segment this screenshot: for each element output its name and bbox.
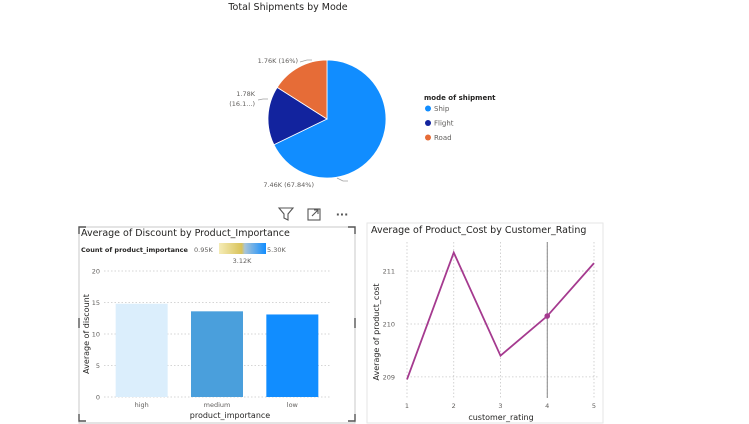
focus-mode-icon[interactable] [307,208,321,221]
bar-high[interactable] [115,303,168,397]
pie-label-flight-percent: (16.1...) [229,100,255,108]
bar-x-axis-title: product_importance [190,411,271,420]
line-x-ticks: 1 2 3 4 5 [405,402,596,410]
pie-leader-line [257,98,268,101]
legend-label-ship[interactable]: Ship [434,105,450,113]
more-options-icon[interactable]: ··· [336,208,349,221]
line-chart-title: Average of Product_Cost by Customer_Rati… [371,225,586,236]
bar-series [115,303,319,397]
gradient-legend-title: Count of product_importance [81,246,189,254]
line-x-axis-title: customer_rating [468,413,533,422]
bar-chart-title: Average of Discount by Product_Importanc… [81,228,290,239]
gradient-min-label: 0.95K [194,246,213,254]
line-x-tick-label: 1 [405,402,409,410]
pie-legend: Ship Flight Road [425,105,454,142]
bar-y-tick-label: 20 [92,268,100,276]
line-chart-visual[interactable]: Average of Product_Cost by Customer_Rati… [366,222,606,424]
bar-y-tick-label: 5 [96,362,100,370]
pie-label-flight-value: 1.78K [236,90,255,98]
bar-low[interactable] [266,314,319,397]
gradient-legend-bar [219,243,266,254]
bar-x-ticks: high medium low [135,401,299,409]
pie-label-ship: 7.46K (67.84%) [263,181,314,189]
legend-marker-flight [425,120,431,126]
bar-y-tick-label: 10 [92,331,100,339]
line-y-ticks: 209 210 211 [383,268,395,382]
line-y-axis-title: Average of product_cost [372,283,381,380]
gradient-max-label: 5.30K [267,246,286,254]
bar-y-tick-label: 0 [96,394,100,402]
gradient-mid-label: 3.12K [233,257,252,265]
line-x-tick-label: 2 [452,402,456,410]
bar-x-tick-label: high [135,401,149,409]
line-highlight-point[interactable] [544,313,551,319]
bar-x-tick-label: low [287,401,299,409]
legend-marker-ship [425,105,431,112]
filter-icon[interactable] [277,207,295,221]
bar-y-tick-label: 15 [92,299,100,307]
pie-chart-visual: Total Shipments by Mode 1.76K (16%) 1.78… [227,2,496,189]
line-x-tick-label: 3 [498,402,502,410]
bar-y-ticks: 0 5 10 15 20 [92,268,100,402]
visual-header: ··· [277,207,349,221]
line-points [544,313,551,319]
line-x-tick-label: 5 [592,402,596,410]
line-gridlines [406,242,598,398]
pie-label-road: 1.76K (16%) [258,57,298,65]
line-x-tick-label: 4 [545,402,549,410]
line-y-tick-label: 209 [383,373,395,381]
bar-medium[interactable] [191,311,243,397]
legend-label-road[interactable]: Road [434,134,452,142]
line-y-tick-label: 210 [383,320,395,328]
legend-label-flight[interactable]: Flight [434,120,454,128]
pie-slices [267,59,387,179]
pie-leader-line [336,177,348,182]
bar-y-axis-title: Average of discount [82,294,91,374]
pie-leader-line [299,59,312,63]
bar-chart-visual[interactable]: Average of Discount by Product_Importanc… [76,224,358,424]
legend-title: mode of shipment [424,94,496,102]
legend-marker-road [425,134,431,141]
bar-x-tick-label: medium [204,401,231,409]
pie-chart-title: Total Shipments by Mode [227,2,347,13]
line-y-tick-label: 211 [383,268,395,276]
